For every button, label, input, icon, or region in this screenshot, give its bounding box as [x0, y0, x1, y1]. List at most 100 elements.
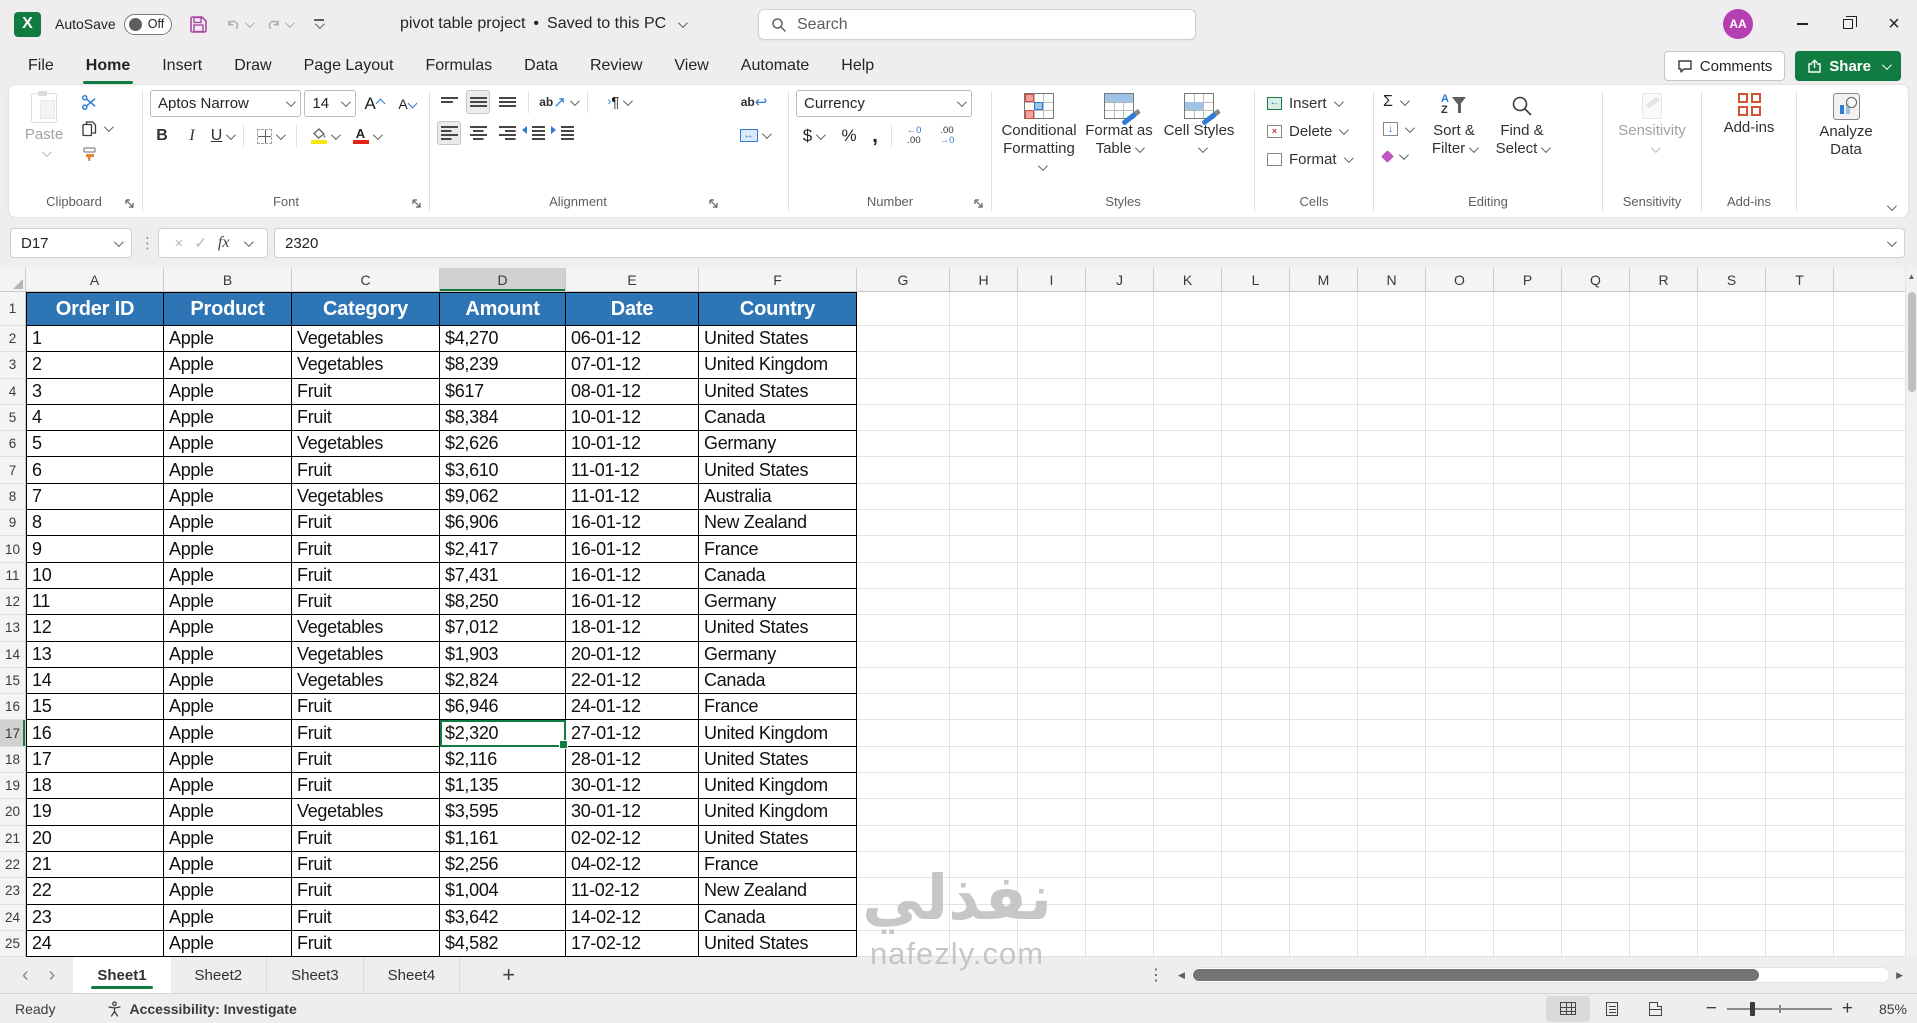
ribbon-tab-automate[interactable]: Automate [725, 48, 825, 84]
cell-B4[interactable]: Apple [164, 378, 292, 405]
cell-T25[interactable] [1766, 930, 1834, 958]
cell-I3[interactable] [1018, 352, 1086, 379]
cell-B7[interactable]: Apple [164, 457, 292, 484]
zoom-slider[interactable] [1726, 1001, 1832, 1016]
horizontal-scrollbar[interactable]: ◀ ▶ [1178, 966, 1903, 984]
cell-L24[interactable] [1222, 904, 1290, 931]
cell-G20[interactable] [857, 799, 950, 826]
cell-C10[interactable]: Fruit [292, 536, 440, 563]
cell-F1[interactable]: Country [699, 292, 857, 326]
cell-G8[interactable] [857, 483, 950, 511]
cell-J25[interactable] [1086, 930, 1154, 958]
format-cells-button[interactable]: Format [1262, 146, 1356, 172]
cell-C3[interactable]: Vegetables [292, 352, 440, 379]
cell-T2[interactable] [1766, 326, 1834, 353]
cell-J2[interactable] [1086, 326, 1154, 353]
cell-M9[interactable] [1290, 510, 1358, 537]
cell-Q6[interactable] [1562, 431, 1630, 458]
cell-B9[interactable]: Apple [164, 510, 292, 537]
addins-button[interactable]: Add-ins [1709, 90, 1789, 137]
cell-T10[interactable] [1766, 536, 1834, 563]
cell-T18[interactable] [1766, 746, 1834, 774]
cell-S2[interactable] [1698, 326, 1766, 353]
cell-M11[interactable] [1290, 562, 1358, 589]
cell-T14[interactable] [1766, 641, 1834, 668]
cell-F6[interactable]: Germany [699, 431, 857, 458]
cell-B25[interactable]: Apple [164, 930, 292, 958]
cell-C22[interactable]: Fruit [292, 851, 440, 879]
cell-G5[interactable] [857, 404, 950, 432]
cell-C13[interactable]: Vegetables [292, 615, 440, 642]
cell-P18[interactable] [1494, 746, 1562, 774]
cell-O25[interactable] [1426, 930, 1494, 958]
cell-O13[interactable] [1426, 615, 1494, 642]
number-dialog-launcher[interactable] [973, 198, 985, 210]
cell-M21[interactable] [1290, 825, 1358, 852]
cell-S16[interactable] [1698, 694, 1766, 721]
cell-T13[interactable] [1766, 615, 1834, 642]
cell-K16[interactable] [1154, 694, 1222, 721]
cell-D22[interactable]: $2,256 [440, 851, 566, 879]
cell-N5[interactable] [1358, 404, 1426, 432]
cell-M12[interactable] [1290, 588, 1358, 616]
restore-button[interactable] [1825, 0, 1871, 48]
comma-style-button[interactable]: , [868, 124, 882, 148]
cell-K11[interactable] [1154, 562, 1222, 589]
scroll-up-icon[interactable]: ▲ [1906, 272, 1917, 281]
cell-Q1[interactable] [1562, 292, 1630, 326]
cell-T4[interactable] [1766, 378, 1834, 405]
cell-Q10[interactable] [1562, 536, 1630, 563]
cell-A5[interactable]: 4 [26, 404, 164, 432]
cell-H14[interactable] [950, 641, 1018, 668]
cell-G16[interactable] [857, 694, 950, 721]
row-header-1[interactable]: 1 [0, 292, 25, 326]
cell-O19[interactable] [1426, 773, 1494, 800]
cell-H4[interactable] [950, 378, 1018, 405]
cell-K20[interactable] [1154, 799, 1222, 826]
cell-F16[interactable]: France [699, 694, 857, 721]
column-header-P[interactable]: P [1494, 268, 1562, 291]
cell-C15[interactable]: Vegetables [292, 667, 440, 695]
cell-H9[interactable] [950, 510, 1018, 537]
cell-O1[interactable] [1426, 292, 1494, 326]
cell-L14[interactable] [1222, 641, 1290, 668]
column-header-S[interactable]: S [1698, 268, 1766, 291]
search-box[interactable]: Search [758, 9, 1196, 40]
cell-S10[interactable] [1698, 536, 1766, 563]
cell-D19[interactable]: $1,135 [440, 773, 566, 800]
borders-button[interactable] [253, 124, 287, 148]
bottom-align-button[interactable] [495, 90, 519, 114]
column-header-O[interactable]: O [1426, 268, 1494, 291]
cell-D5[interactable]: $8,384 [440, 404, 566, 432]
cell-E22[interactable]: 04-02-12 [566, 851, 699, 879]
top-align-button[interactable] [437, 90, 461, 114]
cell-D16[interactable]: $6,946 [440, 694, 566, 721]
ribbon-tab-file[interactable]: File [12, 48, 70, 84]
cell-M17[interactable] [1290, 720, 1358, 747]
cell-J22[interactable] [1086, 851, 1154, 879]
cell-T19[interactable] [1766, 773, 1834, 800]
cell-F2[interactable]: United States [699, 326, 857, 353]
cell-I9[interactable] [1018, 510, 1086, 537]
column-header-J[interactable]: J [1086, 268, 1154, 291]
cell-I13[interactable] [1018, 615, 1086, 642]
cell-N3[interactable] [1358, 352, 1426, 379]
cell-S3[interactable] [1698, 352, 1766, 379]
cell-N10[interactable] [1358, 536, 1426, 563]
cell-A10[interactable]: 9 [26, 536, 164, 563]
cell-T22[interactable] [1766, 851, 1834, 879]
cell-C8[interactable]: Vegetables [292, 483, 440, 511]
cell-L22[interactable] [1222, 851, 1290, 879]
cell-J3[interactable] [1086, 352, 1154, 379]
cell-C24[interactable]: Fruit [292, 904, 440, 931]
wrap-text-button[interactable]: ab ↩ [732, 90, 776, 114]
cell-H2[interactable] [950, 326, 1018, 353]
cell-P19[interactable] [1494, 773, 1562, 800]
cell-K8[interactable] [1154, 483, 1222, 511]
cell-B22[interactable]: Apple [164, 851, 292, 879]
cell-K22[interactable] [1154, 851, 1222, 879]
row-header-11[interactable]: 11 [0, 563, 25, 589]
column-header-D[interactable]: D [440, 268, 566, 291]
accounting-format-button[interactable]: $ [796, 124, 830, 148]
row-header-25[interactable]: 25 [0, 931, 25, 958]
